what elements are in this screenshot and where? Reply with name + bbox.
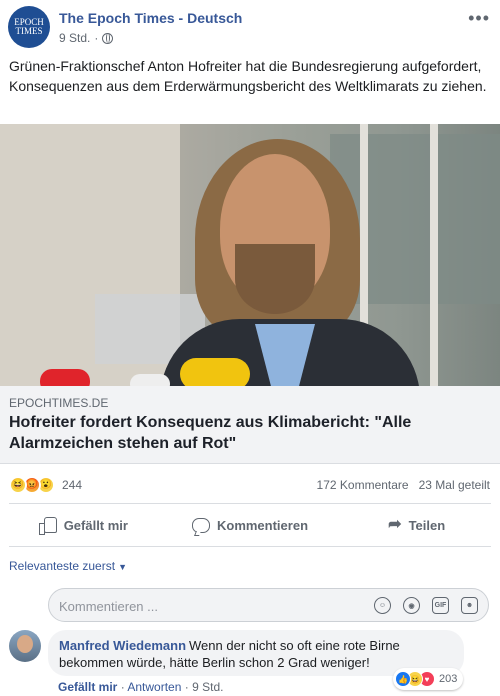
- shares-count[interactable]: 23 Mal geteilt: [419, 478, 490, 492]
- like-reaction-icon: 👍: [395, 671, 411, 687]
- sort-label: Relevanteste zuerst: [9, 559, 116, 573]
- globe-icon: [102, 32, 114, 44]
- reactions-count[interactable]: 244: [62, 478, 82, 492]
- image-microphone: [130, 374, 170, 386]
- comment-input-box[interactable]: ☺ ◉ GIF ☻: [48, 588, 489, 622]
- link-title[interactable]: Hofreiter fordert Konsequenz aus Klimabe…: [9, 412, 489, 454]
- divider: [9, 546, 491, 547]
- reactions-summary: 😆 😡 😮 244 172 Kommentare 23 Mal geteilt: [0, 470, 500, 498]
- gif-icon[interactable]: GIF: [432, 597, 449, 614]
- comments-count[interactable]: 172 Kommentare: [317, 478, 409, 492]
- comment-like-link[interactable]: Gefällt mir: [58, 680, 117, 694]
- logo-line-2: TIMES: [15, 26, 43, 36]
- comment-action-separator: ·: [184, 680, 193, 694]
- engagement-counts: 172 Kommentare 23 Mal geteilt: [317, 478, 490, 492]
- like-label: Gefällt mir: [63, 517, 128, 533]
- reaction-icons[interactable]: 😆 😡 😮: [9, 476, 55, 494]
- post-actions: Gefällt mir Kommentieren ➦ Teilen: [0, 508, 500, 542]
- share-label: Teilen: [408, 517, 446, 533]
- image-person-beard: [235, 244, 315, 314]
- comment-reply-link[interactable]: Antworten: [127, 680, 181, 694]
- image-microphone: [180, 358, 250, 386]
- comment-author[interactable]: Manfred Wiedemann: [59, 638, 186, 653]
- image-bg-frame: [430, 124, 438, 386]
- share-arrow-icon: ➦: [388, 516, 402, 533]
- comment-input-icons: ☺ ◉ GIF ☻: [374, 597, 478, 614]
- comment-reactions-count: 203: [439, 673, 458, 685]
- camera-icon[interactable]: ◉: [403, 597, 420, 614]
- comment-time[interactable]: 9 Std.: [192, 680, 223, 694]
- comment-label: Kommentieren: [216, 517, 309, 533]
- divider: [9, 503, 491, 504]
- like-button[interactable]: Gefällt mir: [0, 508, 167, 542]
- post-header: EPOCH TIMES The Epoch Times - Deutsch 9 …: [8, 6, 492, 50]
- thumbs-up-icon: [38, 517, 57, 535]
- share-button[interactable]: ➦ Teilen: [333, 508, 500, 542]
- meta-separator: ·: [94, 31, 99, 45]
- haha-reaction-icon: 😆: [9, 476, 27, 494]
- link-preview-box[interactable]: EPOCHTIMES.DE Hofreiter fordert Konseque…: [0, 386, 500, 464]
- sticker-icon[interactable]: ☻: [461, 597, 478, 614]
- more-options-icon[interactable]: •••: [468, 8, 490, 29]
- comment-reactions[interactable]: 👍 😆 ♥ 203: [393, 668, 464, 690]
- comment-actions: Gefällt mir · Antworten · 9 Std.: [58, 680, 223, 694]
- link-domain: EPOCHTIMES.DE: [9, 396, 109, 410]
- comment-input[interactable]: [59, 596, 359, 616]
- link-preview-image[interactable]: [0, 124, 500, 386]
- caret-down-icon: ▼: [118, 562, 127, 572]
- page-name-link[interactable]: The Epoch Times - Deutsch: [59, 10, 242, 26]
- post-meta: 9 Std. ·: [59, 31, 114, 45]
- comment-sort-dropdown[interactable]: Relevanteste zuerst ▼: [9, 559, 127, 573]
- commenter-avatar[interactable]: [9, 630, 41, 662]
- comment-button[interactable]: Kommentieren: [167, 508, 334, 542]
- comment-icon: [191, 517, 210, 533]
- image-microphone: [40, 369, 90, 386]
- post-text: Grünen-Fraktionschef Anton Hofreiter hat…: [9, 58, 487, 94]
- emoji-icon[interactable]: ☺: [374, 597, 391, 614]
- post-time[interactable]: 9 Std.: [59, 31, 90, 45]
- page-avatar[interactable]: EPOCH TIMES: [8, 6, 50, 48]
